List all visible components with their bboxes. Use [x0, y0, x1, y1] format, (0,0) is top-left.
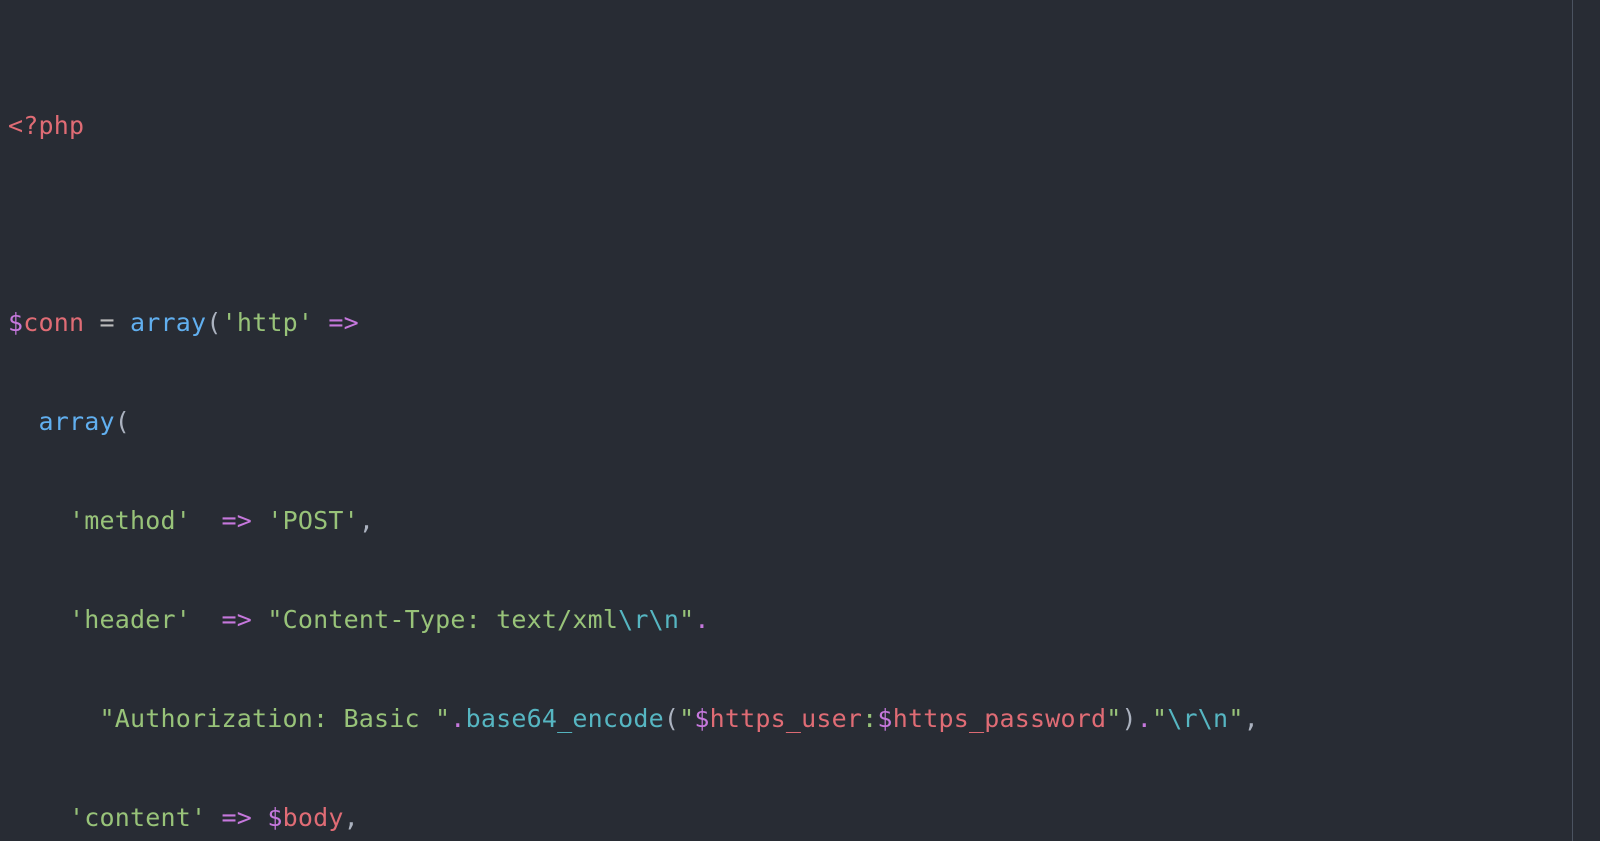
val-content-type: "Content-Type: text/xml	[267, 605, 618, 634]
val-post: 'POST'	[267, 506, 359, 535]
code-line: "Authorization: Basic ".base64_encode("$…	[8, 694, 1600, 743]
fn-array: array	[130, 308, 206, 337]
code-editor[interactable]: <?php $conn = array('http' => array( 'me…	[0, 0, 1600, 841]
code-line: 'method' => 'POST',	[8, 496, 1600, 545]
key-http: 'http'	[222, 308, 314, 337]
var-https-password: https_password	[893, 704, 1107, 733]
var-body: body	[283, 803, 344, 832]
code-line	[8, 200, 1600, 249]
code-line: 'content' => $body,	[8, 793, 1600, 841]
php-open-tag: <?php	[8, 111, 84, 140]
key-content: 'content'	[69, 803, 206, 832]
fn-base64-encode: base64_encode	[466, 704, 664, 733]
code-line: 'header' => "Content-Type: text/xml\r\n"…	[8, 595, 1600, 644]
key-method: 'method'	[69, 506, 191, 535]
var-https-user: https_user	[710, 704, 863, 733]
code-line: array(	[8, 397, 1600, 446]
key-header: 'header'	[69, 605, 191, 634]
code-line: <?php	[8, 101, 1600, 150]
val-auth: "Authorization: Basic "	[100, 704, 451, 733]
code-line: $conn = array('http' =>	[8, 298, 1600, 347]
fn-array: array	[39, 407, 115, 436]
editor-ruler	[1572, 0, 1573, 841]
var-conn: conn	[23, 308, 84, 337]
